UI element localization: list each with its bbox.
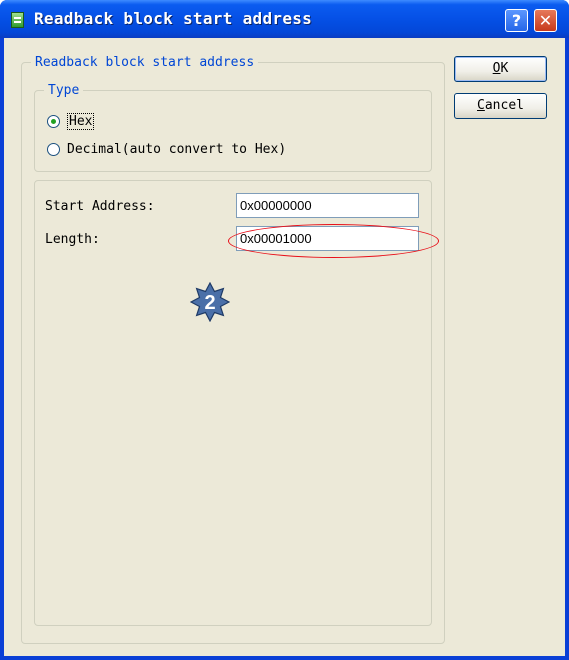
cancel-label-rest: ancel — [484, 98, 524, 113]
close-icon[interactable]: ✕ — [534, 9, 557, 32]
hex-radio-label: Hex — [67, 113, 95, 130]
decimal-radio-option[interactable]: Decimal(auto convert to Hex) — [47, 142, 286, 157]
cancel-mnemonic: C — [477, 98, 485, 113]
ok-mnemonic: O — [492, 61, 501, 76]
start-address-label: Start Address: — [45, 199, 155, 214]
dialog-client-area: Readback block start address Type Hex De… — [4, 38, 565, 656]
step-badge-icon: 2 — [190, 282, 230, 322]
radio-checked-icon[interactable] — [47, 115, 60, 128]
length-label: Length: — [45, 232, 100, 247]
type-group-legend: Type — [44, 83, 84, 98]
hex-radio-option[interactable]: Hex — [47, 113, 95, 130]
ok-label-rest: K — [500, 61, 509, 76]
start-address-input[interactable]: 0x00000000 — [236, 193, 419, 218]
help-icon[interactable]: ? — [505, 9, 528, 32]
title-bar[interactable]: Readback block start address ? ✕ — [0, 0, 569, 38]
decimal-radio-label: Decimal(auto convert to Hex) — [67, 142, 287, 157]
dialog-window: Readback block start address ? ✕ Readbac… — [0, 0, 569, 660]
step-number: 2 — [204, 292, 215, 314]
readback-group-legend: Readback block start address — [31, 55, 259, 70]
cancel-button[interactable]: Cancel — [454, 93, 547, 119]
ok-button[interactable]: OK — [454, 56, 547, 82]
radio-unchecked-icon[interactable] — [47, 143, 60, 156]
window-title: Readback block start address — [34, 9, 313, 28]
type-group: Type — [34, 83, 432, 172]
length-input[interactable]: 0x00001000 — [236, 226, 419, 251]
app-icon — [11, 12, 24, 28]
